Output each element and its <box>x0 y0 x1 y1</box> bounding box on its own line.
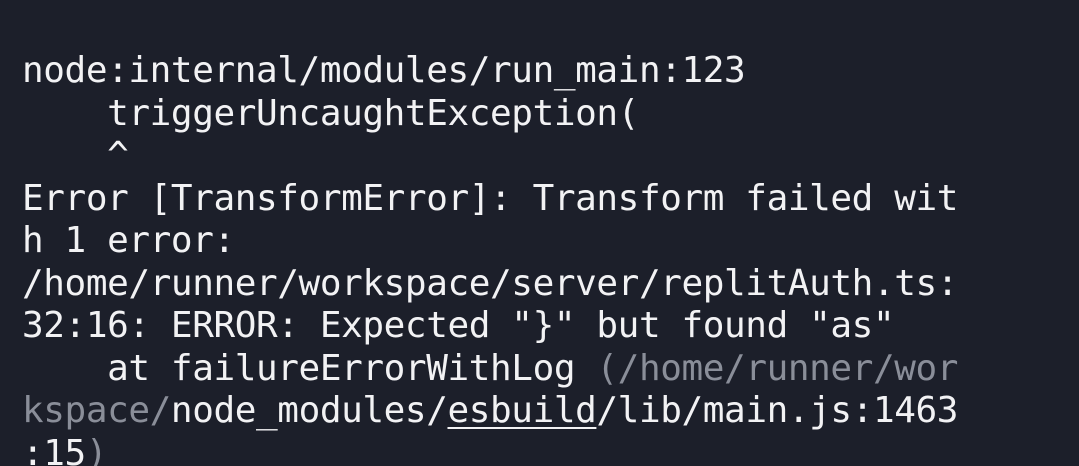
stack-frame-path-dim-continued: kspace/ <box>22 390 171 431</box>
stack-frame-function: at failureErrorWithLog <box>22 347 597 389</box>
stack-frame-line-2: kspace/node_modules/esbuild/lib/main.js:… <box>22 390 1079 433</box>
error-message-line-2: h 1 error: <box>22 220 235 261</box>
terminal-output: node:internal/modules/run_main:123 trigg… <box>0 0 1079 466</box>
stack-origin-line: node:internal/modules/run_main:123 <box>22 50 746 91</box>
esbuild-link[interactable]: esbuild <box>447 390 596 431</box>
error-file-path-line: /home/runner/workspace/server/replitAuth… <box>22 262 959 304</box>
error-message-line-1: Error [TransformError]: Transform failed… <box>22 177 959 219</box>
stack-frame-line-3: :15) <box>22 433 1079 466</box>
caret-marker-line: ^ <box>22 135 129 176</box>
stack-frame-close-paren: ) <box>85 432 108 466</box>
stack-frame-path-main-js: /lib/main.js:1463 <box>596 390 959 431</box>
stack-frame-path-dim: (/home/runner/wor <box>596 347 959 389</box>
error-detail-line: 32:16: ERROR: Expected "}" but found "as… <box>22 305 895 346</box>
stack-frame-location: :15 <box>22 432 86 466</box>
stack-frame-line-1: at failureErrorWithLog (/home/runner/wor <box>22 348 1079 391</box>
stack-call-line: triggerUncaughtException( <box>22 92 639 134</box>
stack-frame-path-node-modules: node_modules/ <box>170 390 448 431</box>
